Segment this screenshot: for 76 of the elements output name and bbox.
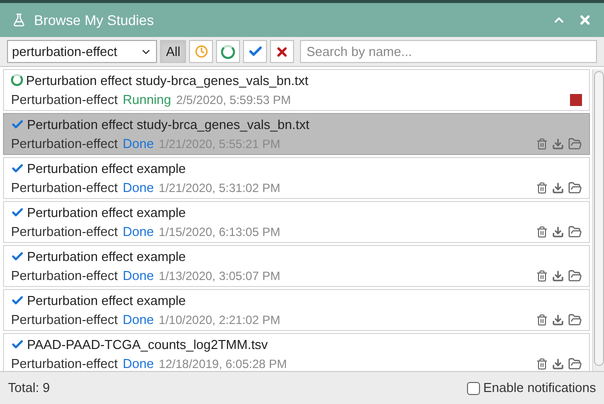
- trash-icon[interactable]: [536, 226, 548, 238]
- notifications-checkbox[interactable]: [467, 382, 480, 394]
- study-type: Perturbation-effect: [11, 311, 118, 329]
- study-name: Perturbation effect example: [27, 204, 186, 222]
- check-icon: [11, 118, 24, 131]
- folder-icon[interactable]: [568, 312, 582, 327]
- filter-button[interactable]: [216, 40, 240, 63]
- download-icon[interactable]: [552, 314, 564, 326]
- study-date: 1/10/2020, 2:21:02 PM: [158, 312, 280, 329]
- folder-icon[interactable]: [568, 224, 582, 239]
- study-status: Done: [122, 179, 154, 197]
- filter-button[interactable]: All: [160, 40, 186, 63]
- trash-icon[interactable]: [536, 182, 548, 194]
- study-name: Perturbation effect study-brca_genes_vals_bn.txt: [27, 116, 310, 134]
- download-icon[interactable]: [552, 138, 564, 150]
- study-type: Perturbation-effect: [11, 135, 118, 153]
- study-item[interactable]: Perturbation effect example Perturbation-effect Done 1/15/2020, 6:13:05 PM: [3, 201, 590, 243]
- study-type: Perturbation-effect: [11, 223, 118, 241]
- download-icon[interactable]: [552, 358, 564, 370]
- study-type: Perturbation-effect: [11, 179, 118, 197]
- folder-icon[interactable]: [568, 268, 582, 283]
- download-icon[interactable]: [552, 270, 564, 282]
- close-icon: [578, 13, 592, 27]
- study-date: 2/5/2020, 5:59:53 PM: [176, 92, 291, 109]
- study-type: Perturbation-effect: [11, 355, 118, 371]
- check-icon: [11, 338, 24, 351]
- study-date: 1/13/2020, 3:05:07 PM: [158, 268, 280, 285]
- download-icon[interactable]: [552, 226, 564, 238]
- check-icon: [11, 162, 24, 175]
- notifications-label: Enable notifications: [483, 379, 596, 398]
- check-icon: [248, 44, 263, 59]
- study-status: Running: [122, 91, 172, 109]
- study-type: Perturbation-effect: [11, 91, 118, 109]
- trash-icon[interactable]: [536, 358, 548, 370]
- check-icon: [11, 250, 24, 263]
- study-name: Perturbation effect example: [27, 248, 186, 266]
- window-title: Browse My Studies: [34, 10, 154, 30]
- study-status: Done: [122, 223, 154, 241]
- trash-icon[interactable]: [536, 138, 548, 150]
- clock-icon: [194, 45, 208, 58]
- study-name: PAAD-PAAD-TCGA_counts_log2TMM.tsv: [27, 336, 268, 354]
- filter-button[interactable]: [270, 40, 294, 63]
- check-icon: [11, 206, 24, 219]
- ring-icon: [11, 74, 23, 86]
- total-count: Total: 9: [8, 379, 50, 398]
- type-select[interactable]: perturbation-effect: [7, 40, 157, 63]
- study-status: Done: [122, 355, 154, 371]
- study-item[interactable]: Perturbation effect example Perturbation-effect Done 1/10/2020, 2:21:02 PM: [3, 289, 590, 331]
- folder-icon[interactable]: [568, 356, 582, 371]
- study-name: Perturbation effect example: [27, 160, 186, 178]
- scrollbar[interactable]: [592, 69, 604, 371]
- study-status: Done: [122, 267, 154, 285]
- study-item[interactable]: Perturbation effect example Perturbation-effect Done 1/21/2020, 5:31:02 PM: [3, 157, 590, 199]
- download-icon[interactable]: [552, 182, 564, 194]
- flask-icon: [12, 13, 26, 27]
- folder-icon[interactable]: [568, 136, 582, 151]
- study-date: 12/18/2019, 6:05:28 PM: [158, 356, 287, 371]
- check-icon: [11, 294, 24, 307]
- ring-icon: [221, 44, 236, 58]
- study-type: Perturbation-effect: [11, 267, 118, 285]
- trash-icon[interactable]: [536, 270, 548, 282]
- study-status: Done: [122, 135, 154, 153]
- study-name: Perturbation effect study-brca_genes_vals_bn.txt: [26, 72, 308, 90]
- study-name: Perturbation effect example: [27, 292, 186, 310]
- filter-button[interactable]: [243, 40, 268, 63]
- study-item[interactable]: PAAD-PAAD-TCGA_counts_log2TMM.tsv Perturbation-effect Done 12/18/2019, 6:05:28 PM: [3, 333, 590, 371]
- study-item[interactable]: Perturbation effect example Perturbation-effect Done 1/13/2020, 3:05:07 PM: [3, 245, 590, 287]
- folder-icon[interactable]: [568, 180, 582, 195]
- study-status: Done: [122, 311, 154, 329]
- study-item[interactable]: Perturbation effect study-brca_genes_vals_bn.txt Perturbation-effect Running 2/5/2020, 5:59:53 PM: [3, 69, 590, 111]
- trash-icon[interactable]: [536, 314, 548, 326]
- study-date: 1/21/2020, 5:31:02 PM: [158, 180, 280, 197]
- cross-icon: [275, 44, 290, 58]
- search-field[interactable]: Search by name...: [300, 40, 597, 63]
- stop-button[interactable]: [570, 94, 582, 106]
- study-date: 1/15/2020, 6:13:05 PM: [158, 224, 280, 241]
